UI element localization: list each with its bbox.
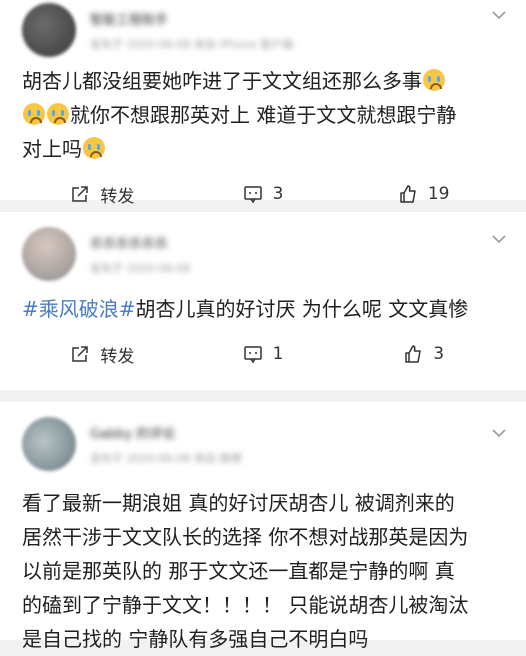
like-button[interactable]: 3 [343,344,504,364]
avatar[interactable] [22,3,76,57]
avatar[interactable] [22,417,76,471]
post-text-segment: 胡杏儿都没组要她咋进了于文文组还那么多事 [22,69,422,93]
user-info: 智能工程助手 发布于 2020-06-08 来自 iPhone 客户端 [90,9,293,52]
post-text-segment: 看了最新一期浪姐 真的好讨厌胡杏儿 被调剂来的 居然干涉于文文队长的选择 你不想… [22,491,469,651]
crying-emoji-icon [23,103,45,125]
username[interactable]: 智能工程助手 [90,9,293,28]
comment-icon [243,346,262,364]
user-info: 乐乐乐乐乐乐 发布于 2020-06-08 [90,233,190,276]
repost-icon [72,346,89,362]
post-text-segment: 胡杏儿真的好讨厌 为什么呢 文文真惨 [135,297,469,321]
comment-count: 1 [272,344,284,364]
chevron-down-icon[interactable] [490,6,508,24]
comment-button[interactable]: 1 [183,344,344,364]
thumbs-up-icon [405,345,422,363]
post-meta: 发布于 2020-06-08 [90,261,191,275]
comment-count: 3 [272,184,284,204]
post-meta: 发布于 2020-06-08 来自 微博 [90,451,242,465]
like-count: 3 [433,344,445,364]
weibo-feed: 智能工程助手 发布于 2020-06-08 来自 iPhone 客户端 胡杏儿都… [0,0,526,651]
weibo-post-3: Gabby 的评论 发布于 2020-06-08 来自 微博 看了最新一期浪姐 … [0,402,526,651]
comment-icon [243,186,262,204]
user-info: Gabby 的评论 发布于 2020-06-08 来自 微博 [90,423,241,466]
like-button[interactable]: 19 [343,184,504,204]
crying-emoji-icon [83,137,105,159]
crying-emoji-icon [47,103,69,125]
chevron-down-icon[interactable] [490,230,508,248]
post-actions: 转发 1 3 [22,326,504,382]
topic-hashtag-link[interactable]: #乘风破浪# [22,297,136,321]
post-text: 看了最新一期浪姐 真的好讨厌胡杏儿 被调剂来的 居然干涉于文文队长的选择 你不想… [22,486,504,656]
post-text: 胡杏儿都没组要她咋进了于文文组还那么多事 就你不想跟那英对上 难道于文文就想跟宁… [22,64,504,166]
repost-label: 转发 [100,346,135,367]
comment-button[interactable]: 3 [183,184,344,204]
repost-button[interactable]: 转发 [22,182,183,207]
avatar[interactable] [22,227,76,281]
post-header: Gabby 的评论 发布于 2020-06-08 来自 微博 [22,402,506,486]
post-header: 乐乐乐乐乐乐 发布于 2020-06-08 [22,212,506,292]
post-text: #乘风破浪#胡杏儿真的好讨厌 为什么呢 文文真惨 [22,292,504,326]
username[interactable]: Gabby 的评论 [90,423,241,442]
weibo-post-1: 智能工程助手 发布于 2020-06-08 来自 iPhone 客户端 胡杏儿都… [0,0,526,207]
chevron-down-icon[interactable] [490,424,508,442]
crying-emoji-icon [423,69,445,91]
weibo-post-2: 乐乐乐乐乐乐 发布于 2020-06-08 #乘风破浪#胡杏儿真的好讨厌 为什么… [0,212,526,390]
post-header: 智能工程助手 发布于 2020-06-08 来自 iPhone 客户端 [22,0,506,60]
repost-icon [72,186,89,202]
thumbs-up-icon [400,185,416,203]
post-meta: 发布于 2020-06-08 来自 iPhone 客户端 [90,37,294,51]
like-count: 19 [427,184,450,204]
repost-button[interactable]: 转发 [22,342,183,367]
username[interactable]: 乐乐乐乐乐乐 [90,233,190,252]
repost-label: 转发 [100,186,135,207]
